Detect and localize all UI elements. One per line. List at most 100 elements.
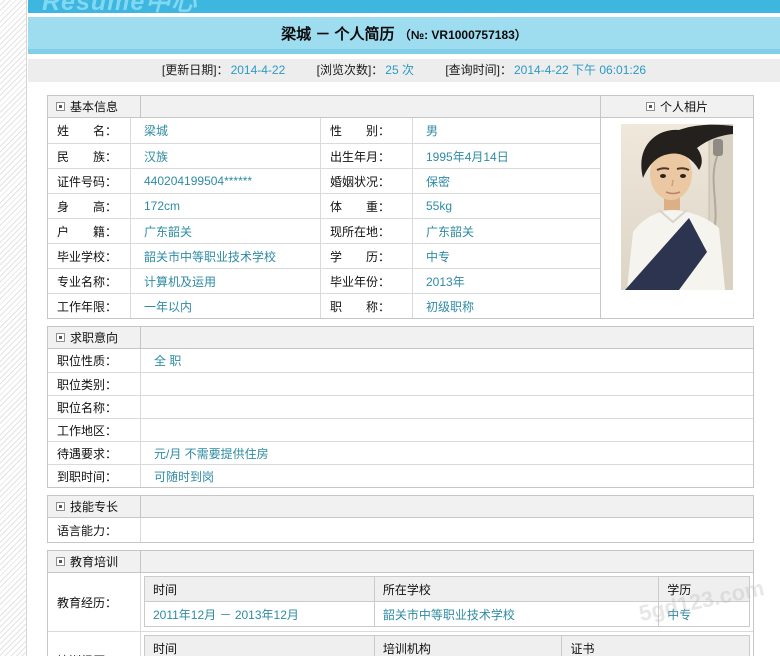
table-row: 职位名称： — [48, 395, 753, 418]
field-label: 证件号码： — [48, 169, 131, 193]
field-label: 毕业学校： — [48, 244, 131, 268]
field-label: 语言能力： — [48, 518, 141, 542]
education-experience-row: 教育经历： 时间 所在学校 学历 2011年12月 － 2013年12月 韶关市… — [48, 573, 753, 631]
field-label: 工作年限： — [48, 294, 131, 318]
field-label: 待遇要求： — [48, 442, 141, 464]
field-label: 体 重： — [321, 194, 413, 218]
education-experience-table: 时间 所在学校 学历 2011年12月 － 2013年12月 韶关市中等职业技术… — [144, 576, 750, 627]
field-label: 民 族： — [48, 144, 131, 168]
field-label: 户 籍： — [48, 219, 131, 243]
table-row: 2011年12月 － 2013年12月 韶关市中等职业技术学校 中专 — [145, 602, 750, 627]
field-label: 学 历： — [321, 244, 413, 268]
field-label: 身 高： — [48, 194, 131, 218]
table-row: 证件号码： 440204199504****** 婚姻状况： 保密 — [48, 168, 600, 193]
section-marker-icon — [56, 502, 65, 511]
table-row: 专业名称： 计算机及运用 毕业年份： 2013年 — [48, 268, 600, 293]
table-cell: 中专 — [659, 602, 750, 627]
table-row: 身 高： 172cm 体 重： 55kg — [48, 193, 600, 218]
table-row: 职位类别： — [48, 372, 753, 395]
basic-info-header: 基本信息 — [48, 96, 600, 118]
meta-view-count-value: 25 次 — [385, 63, 414, 77]
table-cell: 韶关市中等职业技术学校 — [374, 602, 658, 627]
column-header: 时间 — [145, 577, 375, 602]
field-value: 中专 — [413, 244, 600, 268]
field-label: 婚姻状况： — [321, 169, 413, 193]
field-value — [141, 373, 753, 395]
section-title: 基本信息 — [70, 98, 118, 115]
field-value — [141, 396, 753, 418]
column-header: 证书 — [562, 636, 750, 656]
field-label: 教育经历： — [48, 573, 141, 631]
field-label: 职位名称： — [48, 396, 141, 418]
meta-bar: [更新日期]：2014-4-22 [浏览次数]：25 次 [查询时间]：2014… — [28, 59, 780, 82]
section-basic-info: 基本信息 姓 名： 梁城 性 别： 男 民 族： 汉族 出生年月： 1995年4… — [47, 95, 754, 319]
resume-number: （№: VR1000757183） — [399, 28, 527, 42]
resume-title: 梁城 － 个人简历 — [281, 26, 394, 43]
field-label: 专业名称： — [48, 269, 131, 293]
page-background-stripes — [0, 0, 27, 656]
field-value: 男 — [413, 118, 600, 143]
table-row: 工作地区： — [48, 418, 753, 441]
section-marker-icon — [646, 102, 655, 111]
field-value — [141, 419, 753, 441]
meta-update-date: [更新日期]：2014-4-22 — [162, 63, 285, 77]
table-row: 到职时间： 可随时到岗 — [48, 464, 753, 487]
column-header: 学历 — [659, 577, 750, 602]
section-job-intention: 求职意向 职位性质： 全 职 职位类别： 职位名称： 工作地区： 待遇要求： — [47, 326, 754, 488]
field-value: 55kg — [413, 194, 600, 218]
table-row: 户 籍： 广东韶关 现所在地： 广东韶关 — [48, 218, 600, 243]
basic-info-table: 基本信息 姓 名： 梁城 性 别： 男 民 族： 汉族 出生年月： 1995年4… — [48, 96, 600, 318]
table-cell: 2011年12月 － 2013年12月 — [145, 602, 375, 627]
section-title: 技能专长 — [70, 498, 118, 515]
section-skills: 技能专长 语言能力： — [47, 495, 754, 543]
field-label: 职位性质： — [48, 349, 141, 372]
table-row: 工作年限： 一年以内 职 称： 初级职称 — [48, 293, 600, 318]
field-value: 元/月 不需要提供住房 — [141, 442, 753, 464]
section-title: 教育培训 — [70, 553, 118, 570]
section-marker-icon — [56, 333, 65, 342]
meta-query-time-label: [查询时间]： — [445, 63, 512, 77]
resume-title-banner: 梁城 － 个人简历 （№: VR1000757183） — [28, 17, 780, 54]
site-logo-text: Resume中心 — [42, 0, 197, 13]
photo-panel-header: 个人相片 — [601, 96, 753, 118]
field-value: 440204199504****** — [131, 169, 321, 193]
field-value: 2013年 — [413, 269, 600, 293]
training-experience-row: 培训经历： 时间 培训机构 证书 — [48, 631, 753, 656]
field-label: 培训经历： — [48, 632, 141, 656]
meta-query-time: [查询时间]：2014-4-22 下午 06:01:26 — [445, 63, 646, 77]
table-header-row: 时间 所在学校 学历 — [145, 577, 750, 602]
column-header: 培训机构 — [374, 636, 562, 656]
field-value: 1995年4月14日 — [413, 144, 600, 168]
resume-body: 基本信息 姓 名： 梁城 性 别： 男 民 族： 汉族 出生年月： 1995年4… — [47, 95, 754, 656]
field-value: 全 职 — [141, 349, 753, 372]
photo-panel: 个人相片 — [600, 96, 753, 318]
site-header-bar: Resume中心 — [28, 0, 780, 13]
training-experience-table: 时间 培训机构 证书 — [144, 635, 750, 656]
table-row: 民 族： 汉族 出生年月： 1995年4月14日 — [48, 143, 600, 168]
table-row: 职位性质： 全 职 — [48, 349, 753, 372]
field-value: 保密 — [413, 169, 600, 193]
field-value: 可随时到岗 — [141, 465, 753, 487]
field-value: 初级职称 — [413, 294, 600, 318]
section-title: 求职意向 — [70, 329, 118, 346]
field-value: 广东韶关 — [131, 219, 321, 243]
meta-update-date-value: 2014-4-22 — [231, 63, 286, 77]
field-label: 职 称： — [321, 294, 413, 318]
field-value: 韶关市中等职业技术学校 — [131, 244, 321, 268]
column-header: 时间 — [145, 636, 375, 656]
field-label: 姓 名： — [48, 118, 131, 143]
section-marker-icon — [56, 102, 65, 111]
field-value: 一年以内 — [131, 294, 321, 318]
meta-view-count-label: [浏览次数]： — [317, 63, 384, 77]
field-label: 出生年月： — [321, 144, 413, 168]
field-label: 性 别： — [321, 118, 413, 143]
field-value: 172cm — [131, 194, 321, 218]
field-value: 计算机及运用 — [131, 269, 321, 293]
table-row: 毕业学校： 韶关市中等职业技术学校 学 历： 中专 — [48, 243, 600, 268]
section-marker-icon — [56, 557, 65, 566]
page-content: Resume中心 梁城 － 个人简历 （№: VR1000757183） [更新… — [28, 0, 780, 656]
table-row: 姓 名： 梁城 性 别： 男 — [48, 118, 600, 143]
meta-query-time-value: 2014-4-22 下午 06:01:26 — [514, 63, 646, 77]
field-label: 职位类别： — [48, 373, 141, 395]
field-value: 汉族 — [131, 144, 321, 168]
